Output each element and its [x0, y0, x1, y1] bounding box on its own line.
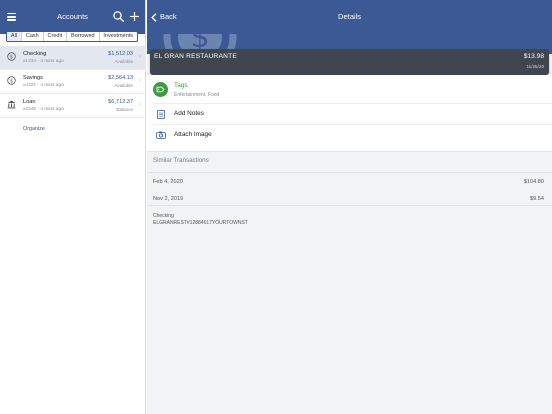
account-row-checking[interactable]: $ Checking x1234 - 4 mins ago $1,512.03 …: [0, 46, 146, 70]
account-row-savings[interactable]: $ Savings x4321 - 4 mins ago $2,564.13 A…: [0, 70, 146, 94]
add-icon[interactable]: [128, 10, 141, 23]
camera-icon: [156, 131, 166, 139]
attach-image-label: Attach Image: [174, 131, 212, 138]
similar-amount: $104.80: [523, 179, 544, 185]
transaction-summary-card: EL GRAN RESTAURANTE $13.98 11/25/20: [150, 49, 549, 75]
notes-icon: [157, 110, 165, 119]
similar-transaction-row[interactable]: Feb 4, 2020 $104.80: [147, 173, 552, 190]
details-pane: Back Details $ EL GRAN RESTAURANTE $13.9…: [147, 0, 552, 414]
transaction-amount: $13.98: [523, 53, 544, 60]
chevron-right-icon: ›: [139, 78, 141, 84]
transaction-metadata: Checking ELGRANREST#12884617YOURTOWNST: [153, 213, 248, 226]
dollar-circle-icon: $: [7, 52, 16, 61]
account-balance-type: Available: [114, 83, 133, 88]
svg-text:$: $: [10, 78, 13, 84]
search-icon[interactable]: [112, 10, 125, 23]
filter-credit[interactable]: Credit: [44, 32, 68, 41]
chevron-right-icon: ›: [139, 54, 141, 60]
account-amount: $1,512.03: [108, 51, 133, 57]
tags-value: Entertainment, Food: [174, 92, 220, 98]
account-amount: $2,564.13: [108, 75, 133, 81]
similar-transactions-header: Similar Transactions: [153, 157, 209, 164]
dollar-circle-icon: $: [7, 76, 16, 85]
similar-date: Feb 4, 2020: [153, 179, 183, 185]
meta-description: ELGRANREST#12884617YOURTOWNST: [153, 219, 248, 226]
account-amount: $6,712.37: [108, 99, 133, 105]
details-title: Details: [338, 12, 361, 21]
account-name: Savings: [23, 75, 43, 81]
add-notes-row[interactable]: Add Notes: [147, 103, 552, 124]
filter-borrowed[interactable]: Borrowed: [67, 32, 100, 41]
organize-link[interactable]: Organize: [23, 126, 45, 132]
account-name: Checking: [23, 51, 47, 57]
account-type-filter: All Cash Credit Borrowed Investments: [6, 31, 138, 42]
svg-text:$: $: [10, 54, 13, 60]
account-row-loan[interactable]: Loan x2345 - 4 mins ago $6,712.37 Balanc…: [0, 94, 146, 118]
account-name: Loan: [23, 99, 36, 105]
similar-amount: $9.54: [530, 196, 544, 202]
transaction-date: 11/25/20: [526, 64, 544, 69]
similar-transaction-row[interactable]: Nov 2, 2019 $9.54: [147, 190, 552, 207]
transaction-payee: EL GRAN RESTAURANTE: [154, 53, 237, 60]
similar-date: Nov 2, 2019: [153, 196, 184, 202]
account-sub: x1234 - 4 mins ago: [23, 59, 64, 64]
filter-cash[interactable]: Cash: [22, 32, 44, 41]
tag-icon: [153, 82, 168, 97]
account-balance-type: Balance: [116, 107, 133, 112]
chevron-right-icon: ›: [139, 102, 141, 108]
filter-investments[interactable]: Investments: [100, 32, 137, 41]
app: Accounts All Cash Credit Borrowed Invest…: [0, 0, 552, 414]
account-sub: x2345 - 4 mins ago: [23, 107, 64, 112]
account-list: $ Checking x1234 - 4 mins ago $1,512.03 …: [0, 46, 146, 118]
tags-label: Tags: [174, 82, 188, 89]
attach-image-row[interactable]: Attach Image: [147, 124, 552, 146]
details-header: Back Details: [147, 0, 552, 34]
add-notes-label: Add Notes: [174, 110, 204, 117]
transaction-actions: Tags Entertainment, Food Add Notes Attac…: [147, 75, 552, 152]
filter-all[interactable]: All: [7, 32, 22, 41]
bank-icon: [7, 100, 16, 109]
accounts-header: Accounts: [0, 0, 145, 34]
account-sub: x4321 - 4 mins ago: [23, 83, 64, 88]
similar-transactions-list: Feb 4, 2020 $104.80 Nov 2, 2019 $9.54: [147, 172, 552, 206]
accounts-pane: Accounts All Cash Credit Borrowed Invest…: [0, 0, 146, 414]
account-balance-type: Available: [114, 59, 133, 64]
tags-row[interactable]: Tags Entertainment, Food: [147, 75, 552, 103]
